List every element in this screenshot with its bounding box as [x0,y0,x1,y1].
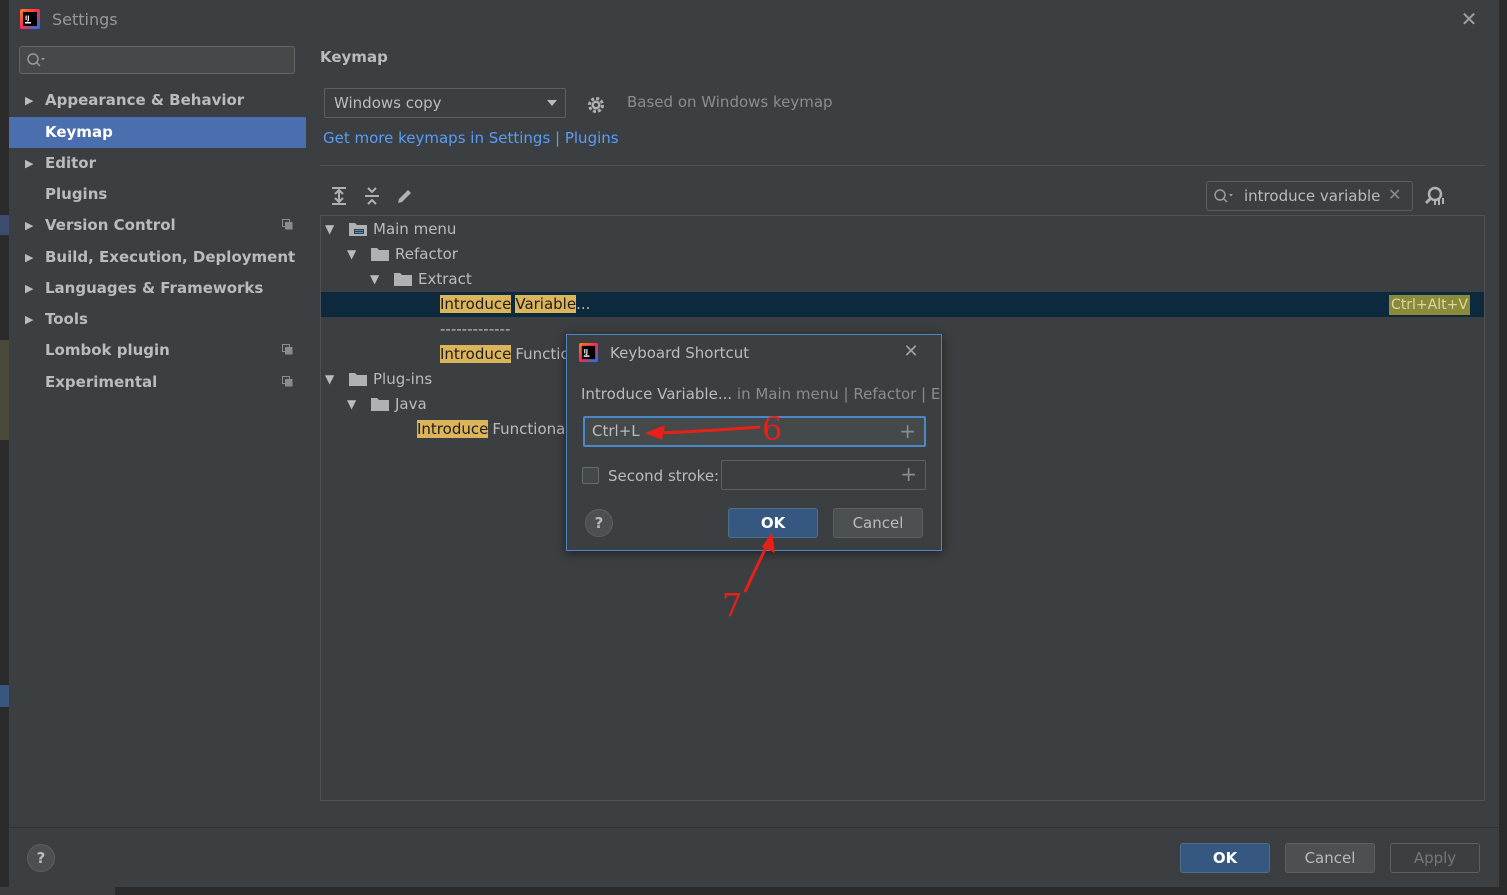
add-icon[interactable]: + [899,419,916,443]
collapse-arrow-icon[interactable]: ▼ [347,242,356,267]
background-window-edge [0,0,9,895]
sidebar-item-keymap[interactable]: Keymap [9,117,306,148]
ok-button[interactable]: OK [1180,843,1270,873]
based-on-label: Based on Windows keymap [627,93,833,111]
divider [320,165,1485,166]
apply-button[interactable]: Apply [1390,843,1480,873]
action-description: Introduce Variable... in Main menu | Ref… [581,385,941,403]
collapse-arrow-icon[interactable]: ▼ [370,267,379,292]
shortcut-badge: Ctrl+Alt+V [1389,295,1470,315]
expand-arrow-icon[interactable]: ▶ [25,210,33,241]
dialog-title: Keyboard Shortcut [610,344,750,362]
search-icon [1214,189,1233,203]
sidebar-item-tools[interactable]: ▶ Tools [9,304,306,335]
page-title: Keymap [320,48,388,66]
expand-arrow-icon[interactable]: ▶ [25,273,33,304]
folder-icon [349,373,367,386]
keymap-dropdown[interactable]: Windows copy [324,88,566,118]
annotation-label-6: 6 [762,410,783,448]
background-window-edge-right [1499,0,1507,895]
sidebar-item-build[interactable]: ▶ Build, Execution, Deployment [9,242,306,273]
sidebar-item-version-control[interactable]: ▶ Version Control [9,210,306,241]
project-level-icon [282,376,293,387]
sidebar-item-plugins[interactable]: Plugins [9,179,306,210]
expand-arrow-icon[interactable]: ▶ [25,85,33,116]
tree-node-main-menu[interactable]: ▼ Main menu [324,217,624,242]
tree-action-introduce-functional-java[interactable]: Introduce Functional [417,417,566,442]
expand-arrow-icon[interactable]: ▶ [25,242,33,273]
folder-icon [394,273,412,286]
tree-node-plugins[interactable]: ▼ Plug-ins [324,367,524,392]
expand-all-icon[interactable] [328,185,350,207]
second-stroke-checkbox[interactable] [582,467,599,484]
annotation-label-7: 7 [722,586,743,624]
background-window-edge-bottom [0,887,1507,895]
close-icon[interactable]: ✕ [901,342,921,362]
search-icon [27,53,45,67]
collapse-all-icon[interactable] [361,185,383,207]
divider [9,827,1499,828]
tree-node-refactor[interactable]: ▼ Refactor [346,242,596,267]
first-stroke-input[interactable]: Ctrl+L + [583,416,926,447]
second-stroke-label: Second stroke: [608,467,720,485]
folder-icon [371,398,389,411]
menu-folder-icon [349,223,367,236]
more-keymaps-link[interactable]: Get more keymaps in Settings | Plugins [323,129,619,147]
add-icon[interactable]: + [900,462,917,486]
project-level-icon [282,219,293,230]
tree-action-introduce-variable[interactable]: Introduce Variable... [440,292,640,317]
action-filter-input[interactable]: introduce variable ✕ [1206,181,1413,211]
gear-icon[interactable] [585,94,607,116]
tree-node-extract[interactable]: ▼ Extract [369,267,569,292]
intellij-logo-icon: IJ [20,9,40,29]
expand-arrow-icon[interactable]: ▶ [25,148,33,179]
collapse-arrow-icon[interactable]: ▼ [347,392,356,417]
project-level-icon [282,344,293,355]
sidebar-item-editor[interactable]: ▶ Editor [9,148,306,179]
find-by-shortcut-icon[interactable] [1423,184,1447,208]
sidebar-item-lombok[interactable]: Lombok plugin [9,335,306,366]
sidebar-item-appearance[interactable]: ▶ Appearance & Behavior [9,85,306,116]
intellij-logo-icon: IJ [579,343,598,362]
help-button[interactable]: ? [27,844,55,872]
cancel-button[interactable]: Cancel [1285,843,1375,873]
dialog-ok-button[interactable]: OK [728,508,818,538]
collapse-arrow-icon[interactable]: ▼ [325,217,334,242]
title-bar [9,0,1499,38]
sidebar-item-languages[interactable]: ▶ Languages & Frameworks [9,273,306,304]
dialog-help-button[interactable]: ? [585,509,613,537]
expand-arrow-icon[interactable]: ▶ [25,304,33,335]
collapse-arrow-icon[interactable]: ▼ [325,367,334,392]
edit-pencil-icon[interactable] [394,185,416,207]
window-title: Settings [52,10,118,29]
svg-text:IJ: IJ [25,15,29,22]
second-stroke-input[interactable]: + [721,460,926,490]
folder-icon [371,248,389,261]
svg-text:IJ: IJ [584,349,588,355]
tree-node-java[interactable]: ▼ Java [346,392,546,417]
chevron-down-icon [547,100,557,106]
sidebar-item-experimental[interactable]: Experimental [9,367,306,398]
tree-action-introduce-functional[interactable]: Introduce Functic [440,342,566,367]
clear-icon[interactable]: ✕ [1388,185,1401,204]
dialog-cancel-button[interactable]: Cancel [833,508,923,538]
settings-search-input[interactable] [19,46,295,74]
tree-separator: ------------- [440,320,511,338]
close-window-icon[interactable]: ✕ [1458,8,1480,30]
